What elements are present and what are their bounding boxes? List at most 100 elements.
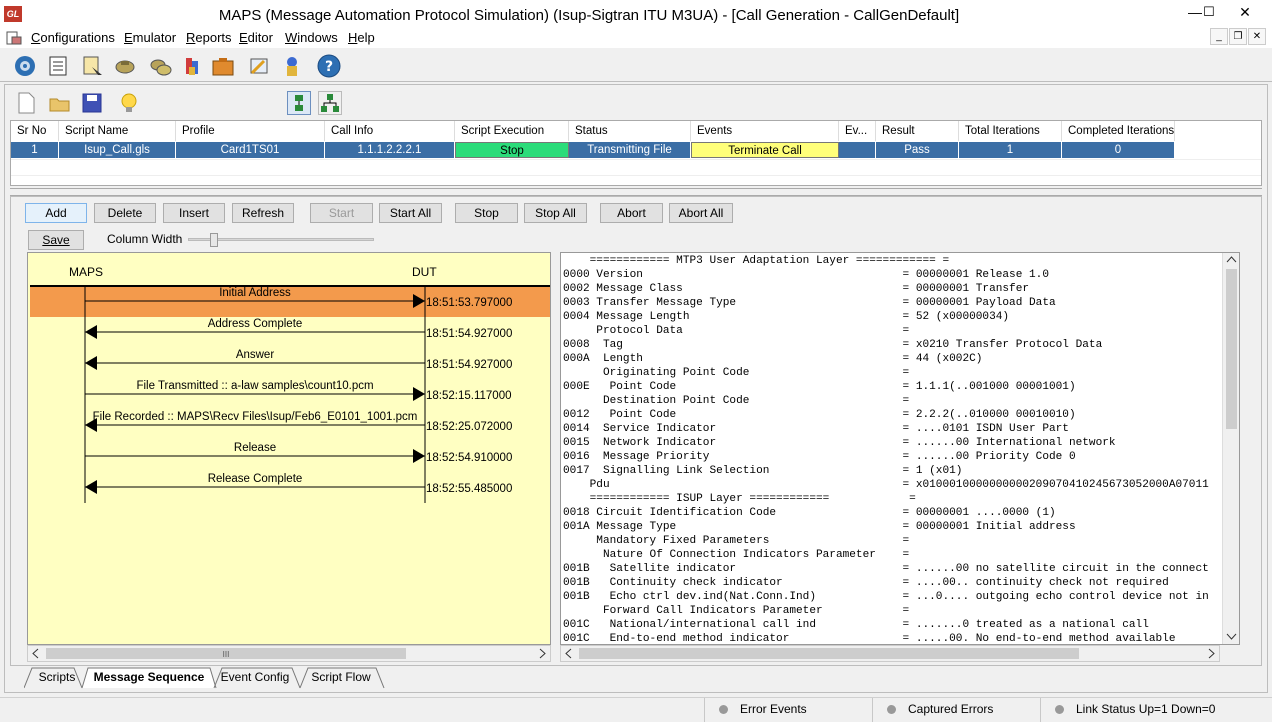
abort-button[interactable]: Abort [600, 203, 663, 223]
column-header-status[interactable]: Status [569, 121, 691, 141]
column-header-profile[interactable]: Profile [176, 121, 325, 141]
cell-status[interactable]: Transmitting File [569, 142, 691, 158]
decode-vertical-scrollbar[interactable] [1222, 253, 1239, 644]
decode-line[interactable]: Forward Call Indicators Parameter = [563, 604, 1209, 618]
decode-line[interactable]: 0016 Message Priority = ......00 Priorit… [563, 450, 1209, 464]
menu-reports[interactable]: Reports [186, 30, 232, 45]
vertical-layout-icon[interactable] [287, 91, 311, 115]
decode-line[interactable]: ============ ISUP Layer ============ = [563, 492, 1209, 506]
menu-windows[interactable]: Windows [285, 30, 338, 45]
captured-errors-status[interactable]: Captured Errors [872, 698, 1040, 722]
decode-line[interactable]: 000E Point Code = 1.1.1(..001000 0000100… [563, 380, 1209, 394]
cell-events-terminate-call-button[interactable]: Terminate Call [691, 142, 839, 158]
help-icon[interactable]: ? [316, 53, 342, 79]
decode-horizontal-scrollbar[interactable] [560, 645, 1220, 662]
stop-all-button[interactable]: Stop All [524, 203, 587, 223]
column-header-events[interactable]: Events [691, 121, 839, 141]
configuration-gear-icon[interactable] [12, 53, 38, 79]
decode-line[interactable]: 001C National/international call ind = .… [563, 618, 1209, 632]
menu-editor[interactable]: Editor [239, 30, 273, 45]
start-all-button[interactable]: Start All [379, 203, 442, 223]
cell-total-iterations[interactable]: 1 [959, 142, 1062, 158]
column-width-slider-thumb[interactable] [210, 233, 218, 247]
stop-button[interactable]: Stop [455, 203, 518, 223]
decode-line[interactable]: 001B Satellite indicator = ......00 no s… [563, 562, 1209, 576]
close-button[interactable]: ✕ [1230, 2, 1260, 24]
delete-button[interactable]: Delete [94, 203, 156, 223]
insert-button[interactable]: Insert [163, 203, 225, 223]
bulk-call-icon[interactable] [148, 53, 174, 79]
decode-line[interactable]: 0015 Network Indicator = ......00 Intern… [563, 436, 1209, 450]
abort-all-button[interactable]: Abort All [669, 203, 733, 223]
menu-emulator[interactable]: Emulator [124, 30, 176, 45]
decode-line[interactable]: 001C End-to-end method indicator = .....… [563, 632, 1209, 644]
wizard-icon[interactable] [279, 53, 305, 79]
save-disk-icon[interactable] [80, 91, 104, 115]
mdi-doc-icon[interactable] [6, 31, 22, 45]
call-receive-icon[interactable] [112, 53, 138, 79]
tab-scripts[interactable]: Scripts [34, 667, 80, 688]
tab-message-sequence[interactable]: Message Sequence [88, 667, 210, 688]
column-header-total-iterations[interactable]: Total Iterations [959, 121, 1062, 141]
decode-line[interactable]: 0008 Tag = x0210 Transfer Protocol Data [563, 338, 1209, 352]
tab-event-config[interactable]: Event Config [220, 667, 290, 688]
decode-line[interactable]: 0012 Point Code = 2.2.2(..010000 0001001… [563, 408, 1209, 422]
decode-line[interactable]: 0014 Service Indicator = ....0101 ISDN U… [563, 422, 1209, 436]
decode-line[interactable]: 0000 Version = 00000001 Release 1.0 [563, 268, 1209, 282]
error-events-status[interactable]: Error Events [704, 698, 872, 722]
decode-line[interactable]: Originating Point Code = [563, 366, 1209, 380]
mdi-minimize-button[interactable]: _ [1210, 28, 1228, 45]
menu-help[interactable]: Help [348, 30, 375, 45]
column-header-completed-iterations[interactable]: Completed Iterations [1062, 121, 1175, 141]
tree-layout-icon[interactable] [318, 91, 342, 115]
profile-editor-icon[interactable] [210, 53, 236, 79]
mdi-restore-button[interactable]: ❐ [1229, 28, 1247, 45]
mdi-close-button[interactable]: ✕ [1248, 28, 1266, 45]
column-header-script-execution[interactable]: Script Execution [455, 121, 569, 141]
tab-script-flow[interactable]: Script Flow [306, 667, 376, 688]
decode-line[interactable]: 000A Length = 44 (x002C) [563, 352, 1209, 366]
cell-profile[interactable]: Card1TS01 [176, 142, 325, 158]
cell-call-info[interactable]: 1.1.1.2.2.2.1 [325, 142, 455, 158]
column-header-sr-no[interactable]: Sr No [11, 121, 59, 141]
database-icon[interactable] [180, 53, 206, 79]
decode-line[interactable]: ============ MTP3 User Adaptation Layer … [563, 254, 1209, 268]
cell-sr-no[interactable]: 1 [11, 142, 59, 158]
decode-line[interactable]: 001B Continuity check indicator = ....00… [563, 576, 1209, 590]
decode-line[interactable]: 0002 Message Class = 00000001 Transfer [563, 282, 1209, 296]
sequence-horizontal-scrollbar[interactable]: III [27, 645, 551, 662]
cell-ev[interactable] [839, 142, 876, 158]
decode-line[interactable]: Nature Of Connection Indicators Paramete… [563, 548, 1209, 562]
cell-script-name[interactable]: Isup_Call.gls [59, 142, 176, 158]
column-header-result[interactable]: Result [876, 121, 959, 141]
add-button[interactable]: Add [25, 203, 87, 223]
column-header-script-name[interactable]: Script Name [59, 121, 176, 141]
refresh-button[interactable]: Refresh [232, 203, 294, 223]
save-button[interactable]: Save [28, 230, 84, 250]
bulk-edit-icon[interactable] [246, 53, 272, 79]
splitter[interactable] [10, 188, 1262, 196]
open-folder-icon[interactable] [48, 91, 72, 115]
start-button[interactable]: Start [310, 203, 373, 223]
cell-result[interactable]: Pass [876, 142, 959, 158]
decode-line[interactable]: Pdu = x010001000000000020907041024567305… [563, 478, 1209, 492]
decode-line[interactable]: 0018 Circuit Identification Code = 00000… [563, 506, 1209, 520]
decode-line[interactable]: 0004 Message Length = 52 (x00000034) [563, 310, 1209, 324]
maximize-button[interactable]: ☐ [1194, 2, 1224, 24]
cell-completed-iterations[interactable]: 0 [1062, 142, 1175, 158]
decode-line[interactable]: Destination Point Code = [563, 394, 1209, 408]
column-header-ev[interactable]: Ev... [839, 121, 876, 141]
decode-line[interactable]: 0017 Signalling Link Selection = 1 (x01) [563, 464, 1209, 478]
decode-line[interactable]: Protocol Data = [563, 324, 1209, 338]
decode-line[interactable]: 0003 Transfer Message Type = 00000001 Pa… [563, 296, 1209, 310]
decode-line[interactable]: 001B Echo ctrl dev.ind(Nat.Conn.Ind) = .… [563, 590, 1209, 604]
cell-script-execution-stop-button[interactable]: Stop [455, 142, 569, 158]
column-header-call-info[interactable]: Call Info [325, 121, 455, 141]
script-list-icon[interactable] [45, 53, 71, 79]
call-generation-icon[interactable] [80, 53, 106, 79]
decode-line[interactable]: 001A Message Type = 00000001 Initial add… [563, 520, 1209, 534]
menu-configurations[interactable]: Configurations [31, 30, 115, 45]
decode-line[interactable]: Mandatory Fixed Parameters = [563, 534, 1209, 548]
lightbulb-icon[interactable] [117, 91, 141, 115]
new-file-icon[interactable] [14, 91, 38, 115]
